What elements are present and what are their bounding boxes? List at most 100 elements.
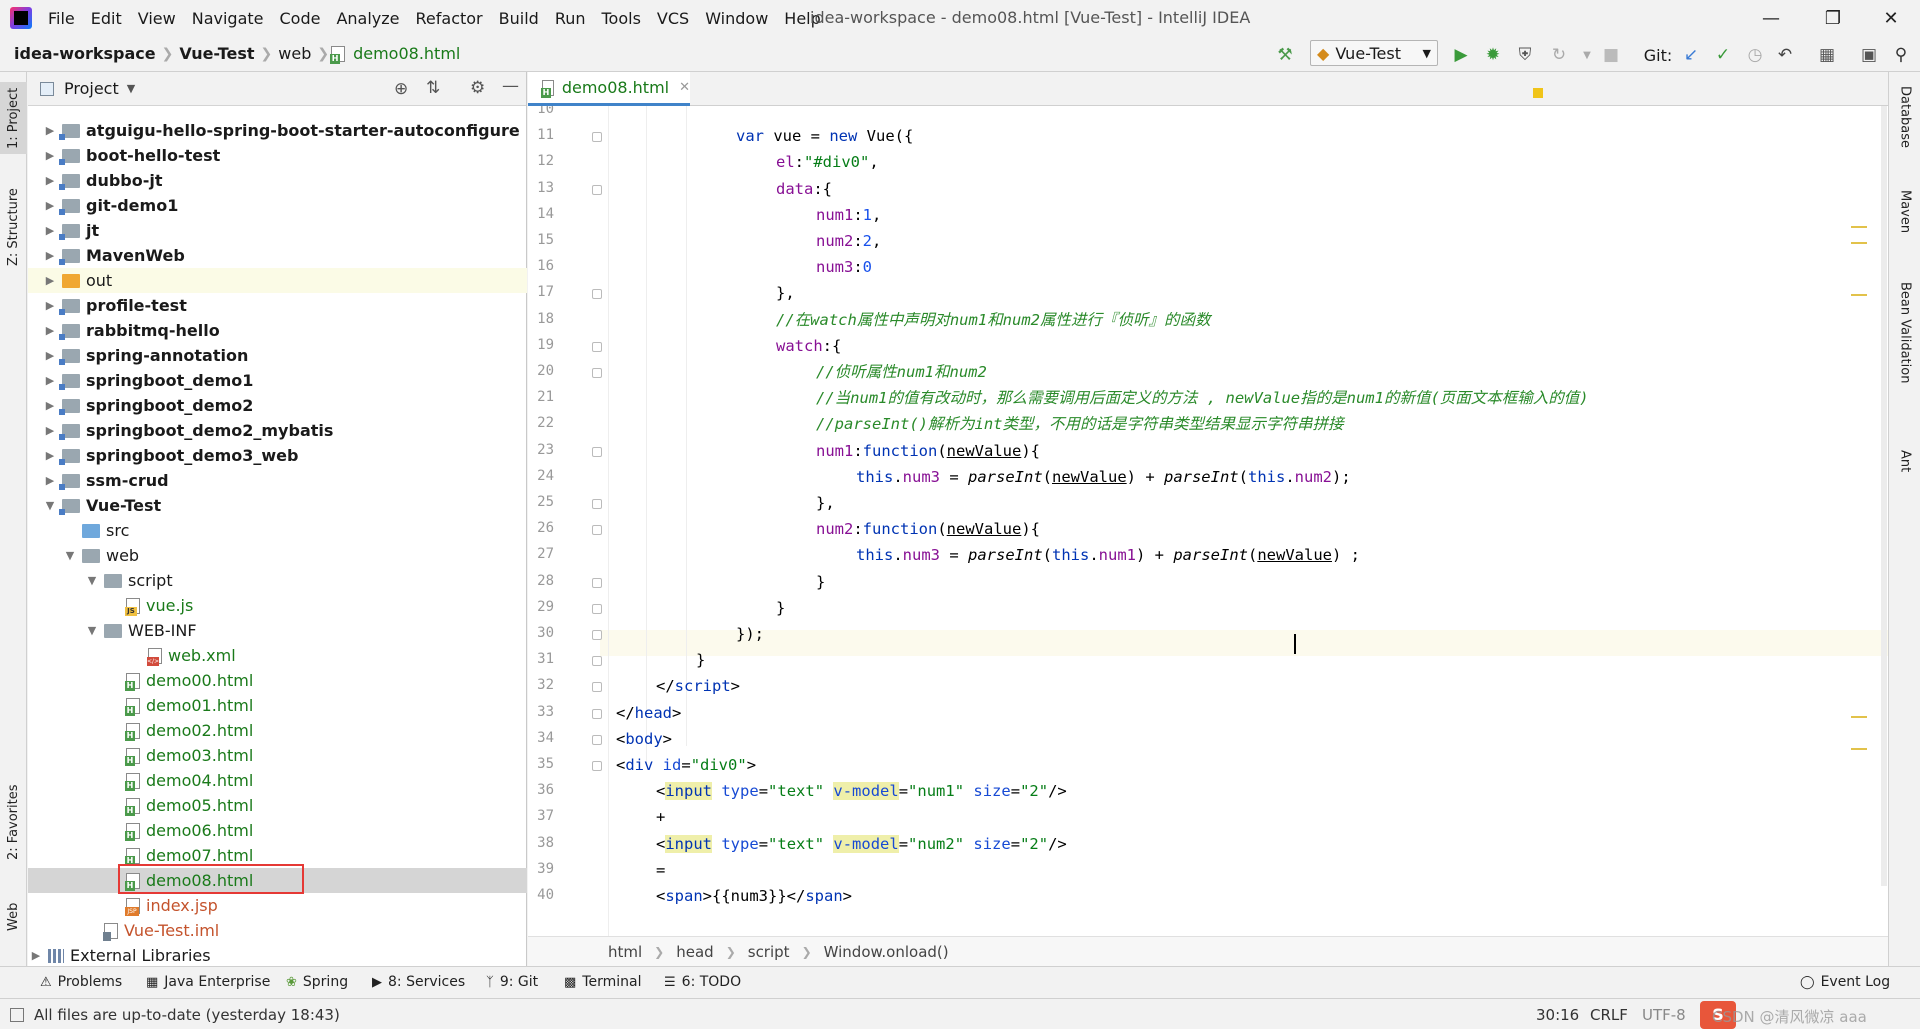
code-line[interactable]: //侦听属性num1和num2 xyxy=(816,359,987,385)
tool-java-enterprise[interactable]: ▦ Java Enterprise xyxy=(146,974,270,990)
tree-item[interactable]: vue.js xyxy=(28,593,527,618)
tab-ant[interactable]: Ant xyxy=(1891,450,1919,490)
code-line[interactable]: </head> xyxy=(616,700,681,726)
tree-item[interactable]: src xyxy=(28,518,527,543)
tree-item[interactable]: ▶ atguigu-hello-spring-boot-starter-autoc… xyxy=(28,118,527,143)
menu-navigate[interactable]: Navigate xyxy=(184,9,272,28)
tree-item[interactable]: demo06.html xyxy=(28,818,527,843)
fold-marker-icon[interactable] xyxy=(592,525,602,536)
code-line[interactable]: } xyxy=(776,595,785,621)
code-line[interactable]: }, xyxy=(816,490,835,516)
maximize-button[interactable]: ❐ xyxy=(1810,4,1856,32)
tree-item[interactable]: ▶ ssm-crud xyxy=(28,468,527,493)
chevron-right-icon[interactable]: ▶ xyxy=(42,199,58,212)
crumb-function[interactable]: Window.onload() xyxy=(824,943,949,961)
fold-marker-icon[interactable] xyxy=(592,682,602,693)
code-line[interactable]: watch:{ xyxy=(776,333,841,359)
chevron-right-icon[interactable]: ▶ xyxy=(42,249,58,262)
tree-item-expanded[interactable]: ▼ WEB-INF xyxy=(28,618,527,643)
profile-icon[interactable]: ↻ xyxy=(1548,44,1570,66)
stop-icon[interactable]: ■ xyxy=(1600,44,1622,66)
chevron-right-icon[interactable]: ▶ xyxy=(42,399,58,412)
chevron-right-icon[interactable]: ▶ xyxy=(42,374,58,387)
breadcrumb-file[interactable]: demo08.html xyxy=(349,44,464,63)
chevron-right-icon[interactable]: ▶ xyxy=(42,299,58,312)
chevron-down-icon[interactable]: ▼ xyxy=(62,549,78,562)
chevron-right-icon[interactable]: ▶ xyxy=(42,124,58,137)
chevron-down-icon[interactable]: ▼ xyxy=(1576,44,1598,66)
tree-item[interactable]: ▶ jt xyxy=(28,218,527,243)
code-line[interactable]: var vue = new Vue({ xyxy=(736,123,913,149)
menu-vcs[interactable]: VCS xyxy=(649,9,697,28)
tree-item[interactable]: index.jsp xyxy=(28,893,527,918)
project-structure-icon[interactable]: ▦ xyxy=(1816,44,1838,66)
tree-item[interactable]: ▶ boot-hello-test xyxy=(28,143,527,168)
status-toggle-icon[interactable] xyxy=(10,1008,24,1022)
tree-item[interactable]: demo03.html xyxy=(28,743,527,768)
tab-maven[interactable]: Maven xyxy=(1891,190,1919,250)
menu-refactor[interactable]: Refactor xyxy=(408,9,491,28)
run-config-selector[interactable]: ◆ Vue-Test ▼ xyxy=(1310,40,1438,66)
code-line[interactable]: }, xyxy=(776,280,795,306)
code-line[interactable]: = xyxy=(656,857,665,883)
tree-item[interactable]: ▶ MavenWeb xyxy=(28,243,527,268)
tool-spring[interactable]: ❀ Spring xyxy=(286,974,348,990)
chevron-down-icon[interactable]: ▼ xyxy=(42,499,58,512)
chevron-right-icon[interactable]: ▶ xyxy=(42,224,58,237)
collapse-all-icon[interactable]: ⇅ xyxy=(426,78,440,98)
gear-icon[interactable]: ⚙ xyxy=(470,78,485,98)
minimize-button[interactable]: — xyxy=(1748,4,1794,32)
code-line[interactable]: num1:1, xyxy=(816,202,881,228)
breadcrumb-workspace[interactable]: idea-workspace xyxy=(10,44,160,63)
file-encoding[interactable]: UTF-8 xyxy=(1642,1006,1686,1024)
tree-item[interactable]: ▶ dubbo-jt xyxy=(28,168,527,193)
menu-file[interactable]: File xyxy=(40,9,83,28)
debug-icon[interactable]: ✹ xyxy=(1482,44,1504,66)
code-line[interactable]: <body> xyxy=(616,726,672,752)
search-icon[interactable]: ⚲ xyxy=(1890,44,1912,66)
tree-item[interactable]: demo04.html xyxy=(28,768,527,793)
tree-item[interactable]: ▶ spring-annotation xyxy=(28,343,527,368)
menu-run[interactable]: Run xyxy=(547,9,594,28)
close-tab-icon[interactable]: ✕ xyxy=(679,80,690,95)
tab-web[interactable]: Web xyxy=(0,892,27,942)
tool-services[interactable]: ▶ 8: Services xyxy=(372,974,465,990)
tree-item-expanded[interactable]: ▼ script xyxy=(28,568,527,593)
breadcrumb-folder[interactable]: web xyxy=(274,44,315,63)
code-line[interactable]: } xyxy=(816,569,825,595)
fold-marker-icon[interactable] xyxy=(592,630,602,640)
tree-item[interactable]: ▶ rabbitmq-hello xyxy=(28,318,527,343)
code-line[interactable]: el:"#div0", xyxy=(776,149,879,175)
code-line[interactable]: num2:2, xyxy=(816,228,881,254)
tree-item[interactable]: ▶ springboot_demo2_mybatis xyxy=(28,418,527,443)
tree-item-out[interactable]: ▶ out xyxy=(28,268,527,293)
code-line[interactable]: //在watch属性中声明对num1和num2属性进行『侦听』的函数 xyxy=(776,307,1210,333)
chevron-right-icon[interactable]: ▶ xyxy=(42,424,58,437)
fold-marker-icon[interactable] xyxy=(592,184,602,195)
tree-item[interactable]: web.xml xyxy=(28,643,527,668)
code-editor[interactable]: 10 11 12 13 14 15 16 17 18 19 20 21 22 23 24 25 26 27 28 29… xyxy=(528,106,1888,936)
code-line[interactable]: num2:function(newValue){ xyxy=(816,516,1040,542)
tree-item-expanded[interactable]: ▼ web xyxy=(28,543,527,568)
menu-code[interactable]: Code xyxy=(272,9,329,28)
code-line[interactable]: + xyxy=(656,804,665,830)
tree-item[interactable]: demo02.html xyxy=(28,718,527,743)
editor-scrollbar[interactable] xyxy=(1881,106,1887,886)
crumb-script[interactable]: script xyxy=(748,943,790,961)
chevron-right-icon[interactable]: ▶ xyxy=(42,324,58,337)
chevron-right-icon[interactable]: ▶ xyxy=(42,349,58,362)
fold-marker-icon[interactable] xyxy=(592,734,602,745)
code-line[interactable]: } xyxy=(696,647,705,673)
menu-build[interactable]: Build xyxy=(491,9,547,28)
run-icon[interactable]: ▶ xyxy=(1450,44,1472,66)
menu-edit[interactable]: Edit xyxy=(83,9,130,28)
fold-marker-icon[interactable] xyxy=(592,132,602,143)
locate-icon[interactable]: ⊕ xyxy=(394,79,408,99)
code-line[interactable]: <input type="text" v-model="num2" size="… xyxy=(656,831,1067,857)
tree-item[interactable]: Vue-Test.iml xyxy=(28,918,527,943)
tab-bean-validation[interactable]: Bean Validation xyxy=(1891,282,1919,422)
menu-view[interactable]: View xyxy=(130,9,184,28)
code-line[interactable]: </script> xyxy=(656,673,740,699)
tab-favorites[interactable]: 2: Favorites xyxy=(0,782,27,862)
menu-tools[interactable]: Tools xyxy=(594,9,649,28)
